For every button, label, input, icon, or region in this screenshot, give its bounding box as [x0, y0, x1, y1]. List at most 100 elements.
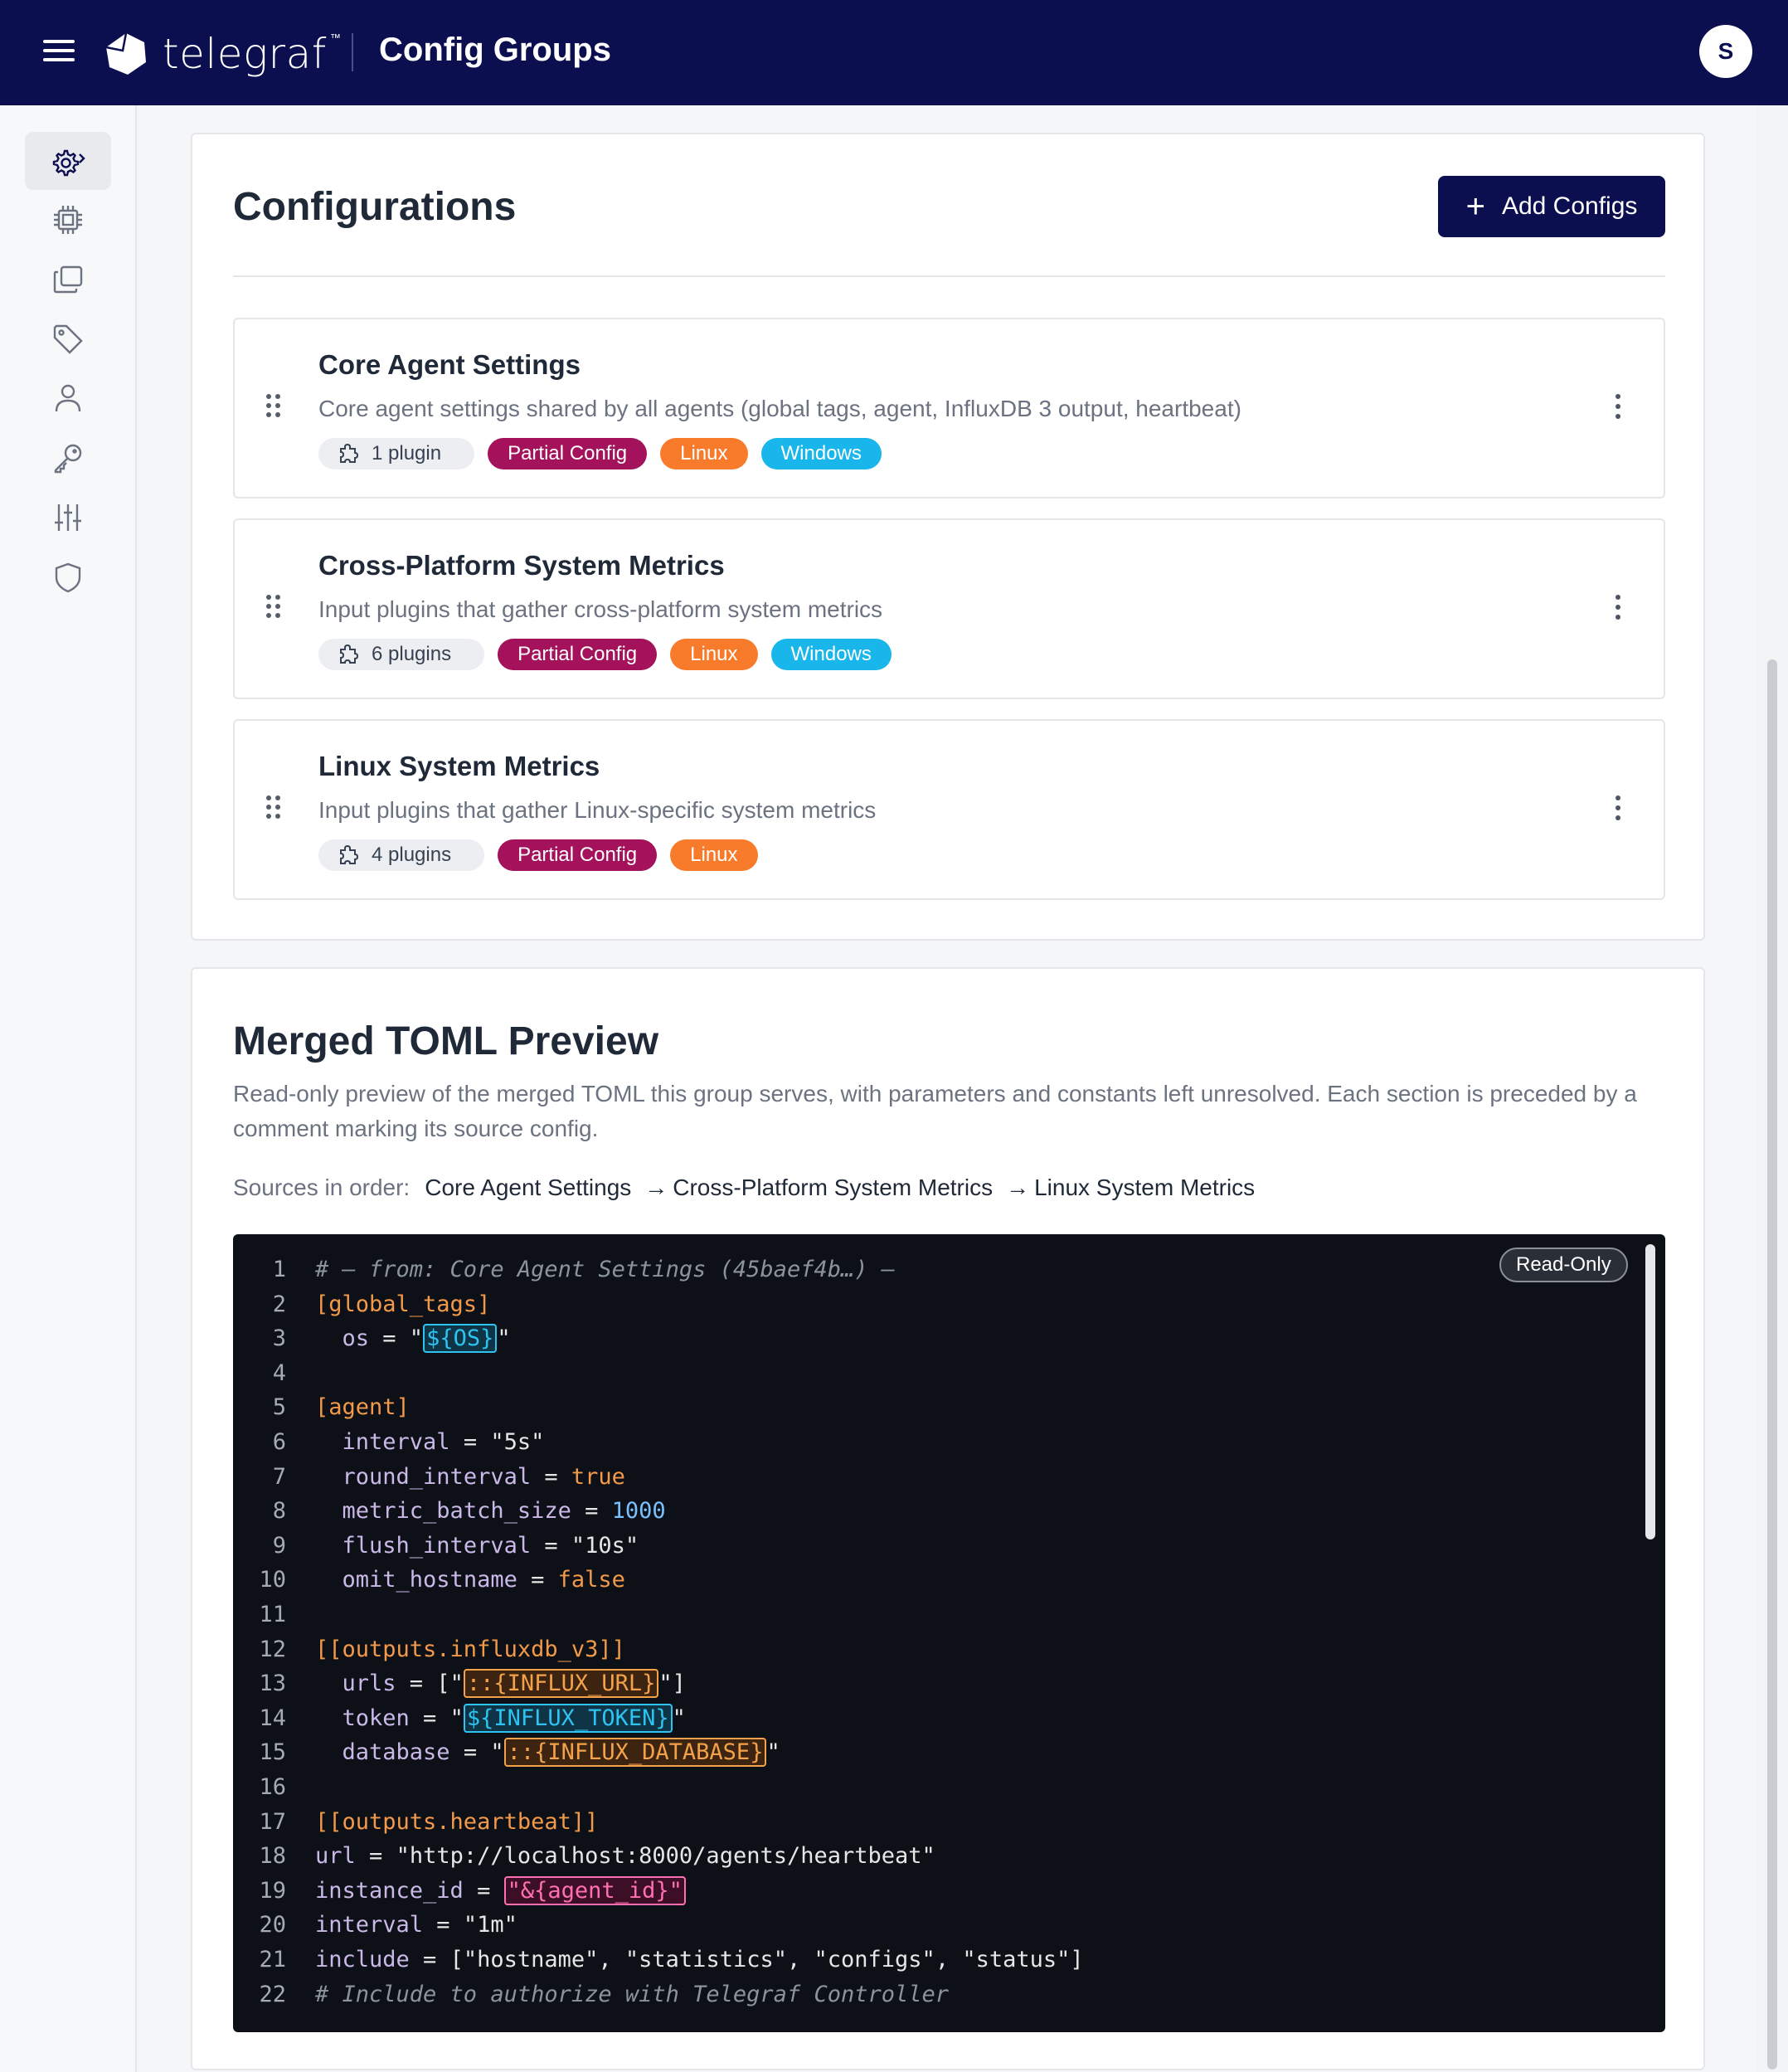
telegraf-logo-icon [105, 32, 146, 75]
config-name[interactable]: Linux System Metrics [318, 751, 600, 782]
brand-logo[interactable]: telegraf ™ [103, 30, 341, 78]
more-options-icon[interactable] [1610, 795, 1626, 825]
line-number: 22 [259, 1981, 286, 2007]
config-name[interactable]: Core Agent Settings [318, 349, 581, 381]
plugin-count: 1 plugin [372, 442, 442, 464]
code-line: 6 interval = "5s" [233, 1425, 1626, 1460]
sources-label: Sources in order: [233, 1175, 411, 1200]
add-configs-button[interactable]: + Add Configs [1438, 176, 1665, 237]
code-line: 7 round_interval = true [233, 1460, 1626, 1495]
code-text: omit_hostname = false [342, 1567, 625, 1593]
code-line: 1 # — from: Core Agent Settings (45baef4b… [233, 1252, 1626, 1287]
code-line: 12 [[outputs.influxdb_v3]] [233, 1632, 1626, 1667]
code-text: [global_tags] [315, 1291, 491, 1317]
sidebar-item-users[interactable] [25, 369, 111, 427]
code-line: 20 interval = "1m" [233, 1908, 1626, 1943]
code-text: metric_batch_size = 1000 [342, 1498, 666, 1525]
sidebar-item-api-tokens[interactable] [25, 429, 111, 487]
code-text: interval = "1m" [315, 1912, 517, 1938]
source-link[interactable]: Linux System Metrics [1034, 1175, 1255, 1201]
key-icon [54, 444, 82, 474]
sidebar-item-parameters[interactable] [25, 489, 111, 547]
configurations-card: Configurations + Add Configs Core Agent … [191, 133, 1705, 941]
line-number: 17 [259, 1808, 286, 1835]
code-text: url = "http://localhost:8000/agents/hear… [315, 1843, 935, 1870]
config-item-linux-system-metrics[interactable]: Linux System Metrics Input plugins that … [233, 719, 1665, 900]
code-text: instance_id = "&{agent_id}" [315, 1874, 686, 1909]
chip-icon [54, 206, 82, 234]
code-line: 4 [233, 1356, 1626, 1391]
tag-windows: Windows [760, 438, 882, 469]
sources-breadcrumb: Sources in order: Core Agent Settings → … [233, 1175, 1255, 1201]
source-link[interactable]: Core Agent Settings [425, 1175, 631, 1201]
config-description: Core agent settings shared by all agents… [318, 396, 1241, 421]
config-item-core-agent-settings[interactable]: Core Agent Settings Core agent settings … [233, 318, 1665, 499]
plugin-count-badge: 1 plugin [318, 438, 475, 469]
code-line: 11 [233, 1598, 1626, 1632]
puzzle-icon [340, 443, 359, 463]
line-number: 13 [259, 1671, 286, 1697]
code-text: [agent] [315, 1394, 410, 1421]
code-text: os = " ${OS} " [342, 1324, 511, 1354]
line-number: 4 [272, 1359, 286, 1386]
more-options-icon[interactable] [1610, 394, 1626, 424]
copy-icon [53, 265, 83, 294]
line-number: 19 [259, 1877, 286, 1904]
code-line: 13 urls = ["::{INFLUX_URL} "] [233, 1666, 1626, 1701]
brand-name: telegraf [163, 30, 327, 78]
shield-icon [55, 562, 81, 593]
more-options-icon[interactable] [1610, 595, 1626, 625]
page-scrollbar-thumb[interactable] [1767, 659, 1777, 2070]
merged-toml-preview-card: Merged TOML Preview Read-only preview of… [191, 967, 1705, 2070]
code-scrollbar-thumb[interactable] [1645, 1244, 1655, 1539]
configurations-title: Configurations [233, 185, 517, 229]
line-number: 10 [259, 1567, 286, 1593]
line-number: 3 [272, 1325, 286, 1352]
tag-partial-config: Partial Config [498, 639, 658, 670]
code-text: round_interval = true [342, 1463, 625, 1490]
tag-linux: Linux [670, 839, 758, 871]
config-name[interactable]: Cross-Platform System Metrics [318, 550, 725, 581]
page-title: Config Groups [379, 32, 611, 68]
code-text: urls = ["::{INFLUX_URL} "] [342, 1669, 686, 1699]
code-text: interval = "5s" [342, 1429, 545, 1455]
drag-handle-icon[interactable] [266, 795, 283, 820]
plugin-count-badge: 6 plugins [318, 639, 485, 670]
tag-icon [53, 324, 83, 354]
code-line: 18 url = "http://localhost:8000/agents/he… [233, 1839, 1626, 1874]
code-text: [[outputs.influxdb_v3]] [315, 1636, 625, 1662]
code-line: 2 [global_tags] [233, 1287, 1626, 1322]
code-line: 19 instance_id = "&{agent_id}" [233, 1874, 1626, 1909]
code-text: include = ["hostname", "statistics", "co… [315, 1947, 1084, 1972]
drag-handle-icon[interactable] [266, 394, 283, 419]
plugin-count: 6 plugins [372, 643, 452, 665]
avatar[interactable]: S [1699, 25, 1752, 78]
code-line: 3 os = " ${OS} " [233, 1321, 1626, 1356]
tag-partial-config: Partial Config [488, 438, 648, 469]
drag-handle-icon[interactable] [266, 595, 283, 620]
config-item-cross-platform-system-metrics[interactable]: Cross-Platform System Metrics Input plug… [233, 518, 1665, 699]
add-configs-label: Add Configs [1501, 192, 1638, 220]
code-text: token = " ${INFLUX_TOKEN} " [342, 1703, 686, 1733]
sidebar-item-settings[interactable] [25, 132, 111, 190]
config-description: Input plugins that gather cross-platform… [318, 596, 883, 622]
code-line: 21 include = ["hostname", "statistics", "… [233, 1943, 1626, 1977]
code-line: 22 # Include to authorize with Telegraf C… [233, 1977, 1626, 2012]
source-link[interactable]: Cross-Platform System Metrics [673, 1175, 993, 1201]
divider [233, 275, 1665, 277]
toml-code-viewer[interactable]: Read-Only 1 # — from: Core Agent Settings… [233, 1234, 1665, 2032]
sidebar-item-labels[interactable] [25, 310, 111, 368]
plugin-count: 4 plugins [372, 844, 452, 866]
sidebar-item-agents[interactable] [25, 191, 111, 249]
arrow-right-icon: → [644, 1175, 668, 1200]
page-scrollbar[interactable] [1756, 105, 1788, 2072]
code-line: 8 metric_batch_size = 1000 [233, 1494, 1626, 1529]
sidebar-item-security[interactable] [25, 548, 111, 606]
sidebar-item-config-groups[interactable] [25, 250, 111, 309]
code-text: # — from: Core Agent Settings (45baef4b…… [315, 1257, 895, 1282]
header-divider [352, 33, 353, 71]
code-line: 10 omit_hostname = false [233, 1563, 1626, 1598]
menu-icon[interactable] [43, 40, 75, 65]
line-number: 14 [259, 1705, 286, 1731]
tag-linux: Linux [670, 639, 758, 670]
